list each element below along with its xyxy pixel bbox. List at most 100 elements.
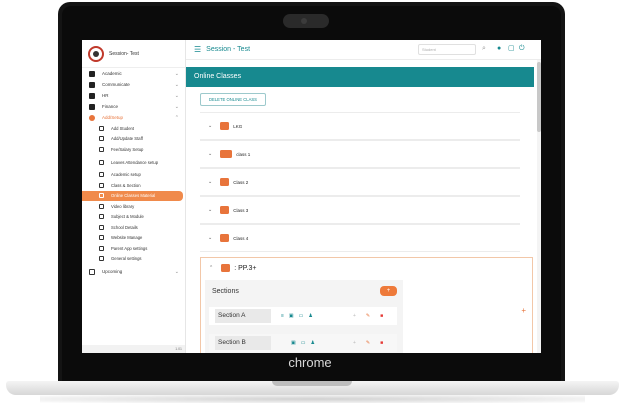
sidebar-subitem-label: General settings — [111, 256, 142, 262]
video-icon — [99, 203, 104, 209]
fullscreen-icon[interactable]: ▢ — [508, 45, 515, 53]
delete-online-class-button[interactable]: DELETE ONLINE CLASS — [200, 93, 266, 106]
monitor-icon[interactable]: ▭ — [301, 340, 306, 346]
hr-icon — [89, 92, 95, 99]
sidebar-subitem-parent-app[interactable]: Parent App settings — [82, 243, 185, 254]
sidebar-subitem-staff[interactable]: Add/Update Staff — [82, 134, 185, 145]
class-panel-class-2[interactable]: ⌄ Class 2 — [200, 168, 520, 196]
class-icon — [99, 182, 104, 188]
scrollbar-thumb[interactable] — [537, 62, 541, 132]
people-icon[interactable]: ♟ — [308, 313, 312, 319]
sidebar-item-communicate[interactable]: Communicate ⌄ — [82, 79, 185, 90]
class-panel-lkg[interactable]: ⌄ LKG — [200, 112, 520, 140]
class-badge-icon — [221, 264, 231, 272]
sidebar-item-label: Finance — [102, 104, 119, 109]
list-icon[interactable]: ≡ — [281, 313, 284, 319]
sidebar-item-upcoming[interactable]: Upcoming ⌄ — [82, 266, 185, 277]
edit-doc-icon[interactable]: ▣ — [289, 313, 294, 319]
sidebar-subitem-label: Add Student — [111, 125, 135, 131]
edit-doc-icon[interactable]: ▣ — [291, 340, 296, 346]
sidebar-item-label: Communicate — [102, 82, 130, 87]
sidebar-item-academic[interactable]: Academic ⌄ — [82, 68, 185, 79]
sections-card: Sections + Section A ≡ ▣ ▭ ♟ + ✎ ■ Secti… — [205, 280, 403, 353]
monitor-icon[interactable]: ▭ — [299, 313, 304, 319]
menu-icon[interactable]: ☰ — [194, 45, 201, 54]
expanded-class-header[interactable]: ⌃ : PP.3+ — [209, 264, 256, 272]
sidebar-subitem-academic-setup[interactable]: Academic setup — [82, 170, 185, 181]
laptop-brand: chrome — [288, 355, 332, 370]
upcoming-icon — [89, 268, 95, 275]
plus-icon[interactable]: + — [353, 313, 356, 319]
add-section-button[interactable]: + — [380, 286, 397, 296]
sidebar-subitem-online-classes[interactable]: Online Classes Material — [82, 190, 183, 201]
chevron-up-icon: ⌃ — [174, 114, 179, 121]
calendar-icon — [99, 159, 104, 165]
chevron-down-icon: ⌄ — [174, 268, 179, 275]
section-name: Section B — [215, 336, 271, 350]
status-bar: 1.01 — [82, 345, 185, 353]
online-classes-banner: Online Classes — [186, 67, 534, 87]
student-icon — [99, 125, 104, 131]
sidebar-subitem-video-library[interactable]: Video library — [82, 201, 185, 212]
people-icon[interactable]: ♟ — [310, 340, 314, 346]
main-content: ☰ Session - Test Student ⌕ ● ▢ ⏻ Online … — [186, 40, 541, 353]
money-icon — [99, 146, 104, 152]
plus-icon[interactable]: + — [353, 340, 356, 346]
sidebar-subitem-label: Fee/Salary Setup — [111, 146, 144, 152]
staff-icon — [99, 136, 104, 142]
class-badge-icon — [220, 178, 230, 186]
sidebar-subitem-label: School Details — [111, 224, 138, 230]
chevron-down-icon: ⌄ — [174, 103, 179, 110]
chevron-down-icon: ⌄ — [174, 81, 179, 88]
chevron-down-icon: ⌄ — [174, 92, 179, 99]
sidebar-item-add-setup[interactable]: Add/Setup ⌃ — [82, 112, 185, 123]
sidebar-subitem-school-details[interactable]: School Details — [82, 222, 185, 233]
finance-icon — [89, 103, 95, 110]
school-logo-icon — [88, 45, 104, 62]
class-label: LKG — [233, 123, 243, 129]
sidebar-item-hr[interactable]: HR ⌄ — [82, 90, 185, 101]
chevron-down-icon: ⌄ — [208, 179, 213, 185]
search-icon[interactable]: ⌕ — [482, 45, 486, 53]
search-input[interactable]: Student — [418, 44, 476, 55]
sidebar-subitem-general-settings[interactable]: General settings — [82, 254, 185, 265]
sidebar-subitem-label: Class & Section — [111, 182, 141, 188]
section-row: Section B ▣ ▭ ♟ + ✎ ■ — [209, 334, 397, 352]
section-actions: + ✎ ■ — [353, 340, 383, 346]
sidebar-subitem-class-section[interactable]: Class & Section — [82, 180, 185, 191]
chevron-down-icon: ⌄ — [208, 207, 213, 213]
sidebar-item-label: HR — [102, 93, 109, 98]
sidebar-subitem-add-student[interactable]: Add Student — [82, 123, 185, 134]
sidebar-subitem-label: Academic setup — [111, 172, 141, 178]
academic-icon — [89, 70, 95, 77]
sidebar: Session- Test Academic ⌄ Communicate ⌄ HR ⌄… — [82, 40, 186, 353]
add-icon[interactable]: + — [521, 306, 526, 315]
edit-icon[interactable]: ✎ — [366, 340, 370, 346]
notification-icon[interactable]: ● — [497, 45, 501, 53]
edit-icon[interactable]: ✎ — [366, 313, 370, 319]
sidebar-item-label: Academic — [102, 71, 122, 76]
sidebar-subitem-label: Add/Update Staff — [111, 136, 143, 142]
version-label: 1.01 — [175, 347, 182, 351]
power-icon[interactable]: ⏻ — [519, 45, 525, 53]
class-panel-class-4[interactable]: ⌄ Class 4 — [200, 224, 520, 252]
sidebar-subitem-subject-module[interactable]: Subject & Module — [82, 212, 185, 223]
sidebar-subitem-fee-salary[interactable]: Fee/Salary Setup — [82, 144, 185, 155]
sidebar-subitem-label: Website Manage — [111, 235, 143, 241]
chevron-down-icon: ⌄ — [208, 123, 213, 129]
section-tools: ≡ ▣ ▭ ♟ — [281, 313, 313, 319]
class-panel-class-3[interactable]: ⌄ Class 3 — [200, 196, 520, 224]
delete-icon[interactable]: ■ — [380, 313, 383, 319]
delete-icon[interactable]: ■ — [380, 340, 383, 346]
sidebar-subitem-label: Subject & Module — [111, 214, 144, 220]
sidebar-subitem-label: Video library — [111, 203, 135, 209]
settings-icon — [99, 256, 104, 262]
class-panel-class-1[interactable]: ⌄ class 1 — [200, 140, 520, 168]
sidebar-item-finance[interactable]: Finance ⌄ — [82, 101, 185, 112]
section-row: Section A ≡ ▣ ▭ ♟ + ✎ ■ — [209, 307, 397, 325]
sidebar-subitem-website[interactable]: Website Manage — [82, 233, 185, 244]
class-badge-icon — [220, 150, 233, 158]
laptop-mockup: Session- Test Academic ⌄ Communicate ⌄ HR ⌄… — [0, 0, 625, 408]
sidebar-subitem-label: Parent App settings — [111, 245, 148, 251]
sidebar-subitem-leaves[interactable]: Leaves Attendance setup — [82, 155, 185, 170]
